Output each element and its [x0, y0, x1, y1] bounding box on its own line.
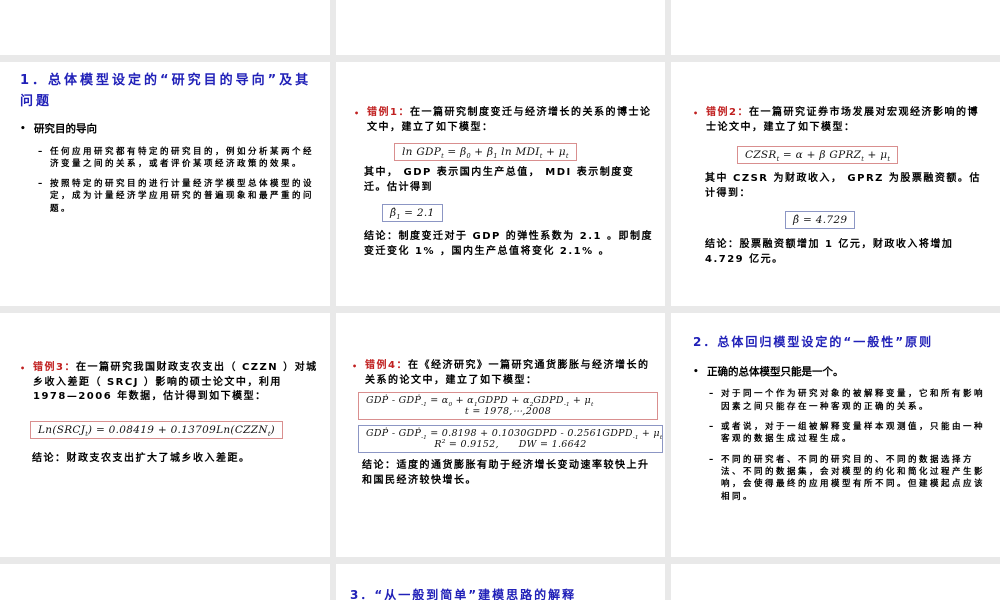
- slide-title: 3．“从一般到简单”建模思路的解释: [350, 586, 665, 600]
- sub-bullet-text: 对于同一个作为研究对象的被解释变量，它和所有影响因素之间只能存在一种客观的正确的…: [721, 388, 990, 413]
- dash-bullet-icon: –: [709, 454, 721, 503]
- error-label: 错例2：: [706, 107, 749, 118]
- bullet-dot-icon: •: [20, 123, 34, 137]
- model-formula-line-2: t = 1978,⋯,2008: [366, 406, 650, 417]
- error-intro: 在一篇研究制度变迁与经济增长的关系的博士论文中，建立了如下模型：: [367, 107, 651, 133]
- slide-partial-blank-top-right[interactable]: [671, 0, 1000, 55]
- sub-bullet-text: 按照特定的研究目的进行计量经济学模型总体模型的设定，成为计量经济学应用研究的普遍…: [50, 178, 318, 215]
- estimate-formula-box: GDṖ - GDṖ-1 = 0.8198 + 0.1030GDPD - 0.25…: [358, 425, 663, 453]
- bullet-dot-icon: •: [693, 106, 706, 135]
- sub-bullet-text: 或者说，对于一组被解释变量样本观测值，只能由一种客观的数据生成过程生成。: [721, 421, 990, 446]
- model-formula-box: CZSRt = α + β GPRZt + μt: [737, 146, 898, 164]
- error-paragraph: 错例3：在一篇研究我国财政支农支出（ CZZN ）对城乡收入差距（ SRCJ ）…: [33, 361, 318, 405]
- slide-research-purpose[interactable]: 1．总体模型设定的“研究目的导向”及其问题 • 研究目的导向 – 任何应用研究都…: [0, 62, 330, 306]
- estimate-formula-line-1: GDṖ - GDṖ-1 = 0.8198 + 0.1030GDPD - 0.25…: [366, 428, 655, 439]
- bullet-text: 正确的总体模型只能是一个。: [707, 366, 844, 380]
- estimate-formula-line-2: R2 = 0.9152, DW = 1.6642: [366, 439, 655, 450]
- conclusion-text: 结论：适度的通货膨胀有助于经济增长变动速率较快上升和国民经济较快增长。: [362, 459, 653, 488]
- conclusion-text: 结论：股票融资额增加 1 亿元，财政收入将增加 4.729 亿元。: [705, 238, 988, 267]
- error-label: 错例4：: [365, 360, 408, 371]
- model-formula-line-1: GDṖ - GDṖ-1 = α0 + α1GDPD + α2GDPD-1 + μ…: [366, 395, 650, 406]
- model-formula-box: Ln(SRCJt) = 0.08419 + 0.13709Ln(CZZNt): [30, 421, 283, 439]
- sub-bullet-text: 任何应用研究都有特定的研究目的，例如分析某两个经济变量之间的关系，或者评价某项经…: [50, 146, 318, 171]
- sub-bullet-text: 不同的研究者、不同的研究目的、不同的数据选择方法、不同的数据集，会对模型的约化和…: [721, 454, 990, 503]
- bullet-dot-icon: •: [693, 366, 707, 380]
- error-paragraph: 错例1：在一篇研究制度变迁与经济增长的关系的博士论文中，建立了如下模型：: [367, 106, 653, 135]
- error-paragraph: 错例2：在一篇研究证券市场发展对宏观经济影响的博士论文中，建立了如下模型：: [706, 106, 988, 135]
- bullet-dot-icon: •: [354, 106, 367, 135]
- dash-bullet-icon: –: [709, 388, 721, 413]
- bullet-text: 研究目的导向: [34, 123, 97, 137]
- slide-partial-blank-top-center[interactable]: [336, 0, 665, 55]
- estimate-formula-box: β̂ = 4.729: [785, 211, 855, 229]
- dash-bullet-icon: –: [38, 146, 50, 171]
- explain-text: 其中 CZSR 为财政收入， GPRZ 为股票融资额。估计得到：: [705, 172, 988, 201]
- error-intro: 在一篇研究我国财政支农支出（ CZZN ）对城乡收入差距（ SRCJ ）影响的硕…: [33, 362, 318, 402]
- slide-sorter-canvas: 1．总体模型设定的“研究目的导向”及其问题 • 研究目的导向 – 任何应用研究都…: [0, 0, 1000, 600]
- error-intro: 在《经济研究》一篇研究通货膨胀与经济增长的关系的论文中，建立了如下模型：: [365, 360, 649, 386]
- estimate-formula-box: β̂1 = 2.1: [382, 204, 443, 222]
- slide-partial-blank-top-left[interactable]: [0, 0, 330, 55]
- dash-bullet-icon: –: [709, 421, 721, 446]
- slide-title: 2．总体回归模型设定的“一般性”原则: [693, 333, 990, 353]
- model-formula-box: GDṖ - GDṖ-1 = α0 + α1GDPD + α2GDPD-1 + μ…: [358, 392, 658, 420]
- model-formula-box: ln GDPt = β0 + β1 ln MDIt + μt: [394, 143, 577, 161]
- conclusion-text: 结论：财政支农支出扩大了城乡收入差距。: [32, 452, 318, 467]
- bullet-dot-icon: •: [20, 361, 33, 405]
- slide-example-3-srcj-czzn[interactable]: • 错例3：在一篇研究我国财政支农支出（ CZZN ）对城乡收入差距（ SRCJ…: [0, 313, 330, 557]
- dash-bullet-icon: –: [38, 178, 50, 215]
- slide-partial-blank-bottom-left[interactable]: [0, 564, 330, 600]
- slide-example-4-inflation-growth[interactable]: • 错例4：在《经济研究》一篇研究通货膨胀与经济增长的关系的论文中，建立了如下模…: [336, 313, 665, 557]
- error-label: 错例3：: [33, 362, 76, 373]
- slide-general-to-simple-partial[interactable]: 3．“从一般到简单”建模思路的解释: [336, 564, 665, 600]
- conclusion-text: 结论：制度变迁对于 GDP 的弹性系数为 2.1 。即制度变迁变化 1% ，国内…: [364, 230, 653, 259]
- slide-partial-blank-bottom-right[interactable]: [671, 564, 1000, 600]
- error-paragraph: 错例4：在《经济研究》一篇研究通货膨胀与经济增长的关系的论文中，建立了如下模型：: [365, 359, 659, 388]
- error-label: 错例1：: [367, 107, 410, 118]
- explain-text: 其中， GDP 表示国内生产总值， MDI 表示制度变迁。估计得到: [364, 166, 653, 195]
- slide-title: 1．总体模型设定的“研究目的导向”及其问题: [20, 70, 322, 113]
- slide-example-2-czsr-gprz[interactable]: • 错例2：在一篇研究证券市场发展对宏观经济影响的博士论文中，建立了如下模型： …: [671, 62, 1000, 306]
- slide-generality-principle[interactable]: 2．总体回归模型设定的“一般性”原则 • 正确的总体模型只能是一个。 – 对于同…: [671, 313, 1000, 557]
- slide-example-1-gdp-mdi[interactable]: • 错例1：在一篇研究制度变迁与经济增长的关系的博士论文中，建立了如下模型： l…: [336, 62, 665, 306]
- bullet-dot-icon: •: [352, 359, 365, 388]
